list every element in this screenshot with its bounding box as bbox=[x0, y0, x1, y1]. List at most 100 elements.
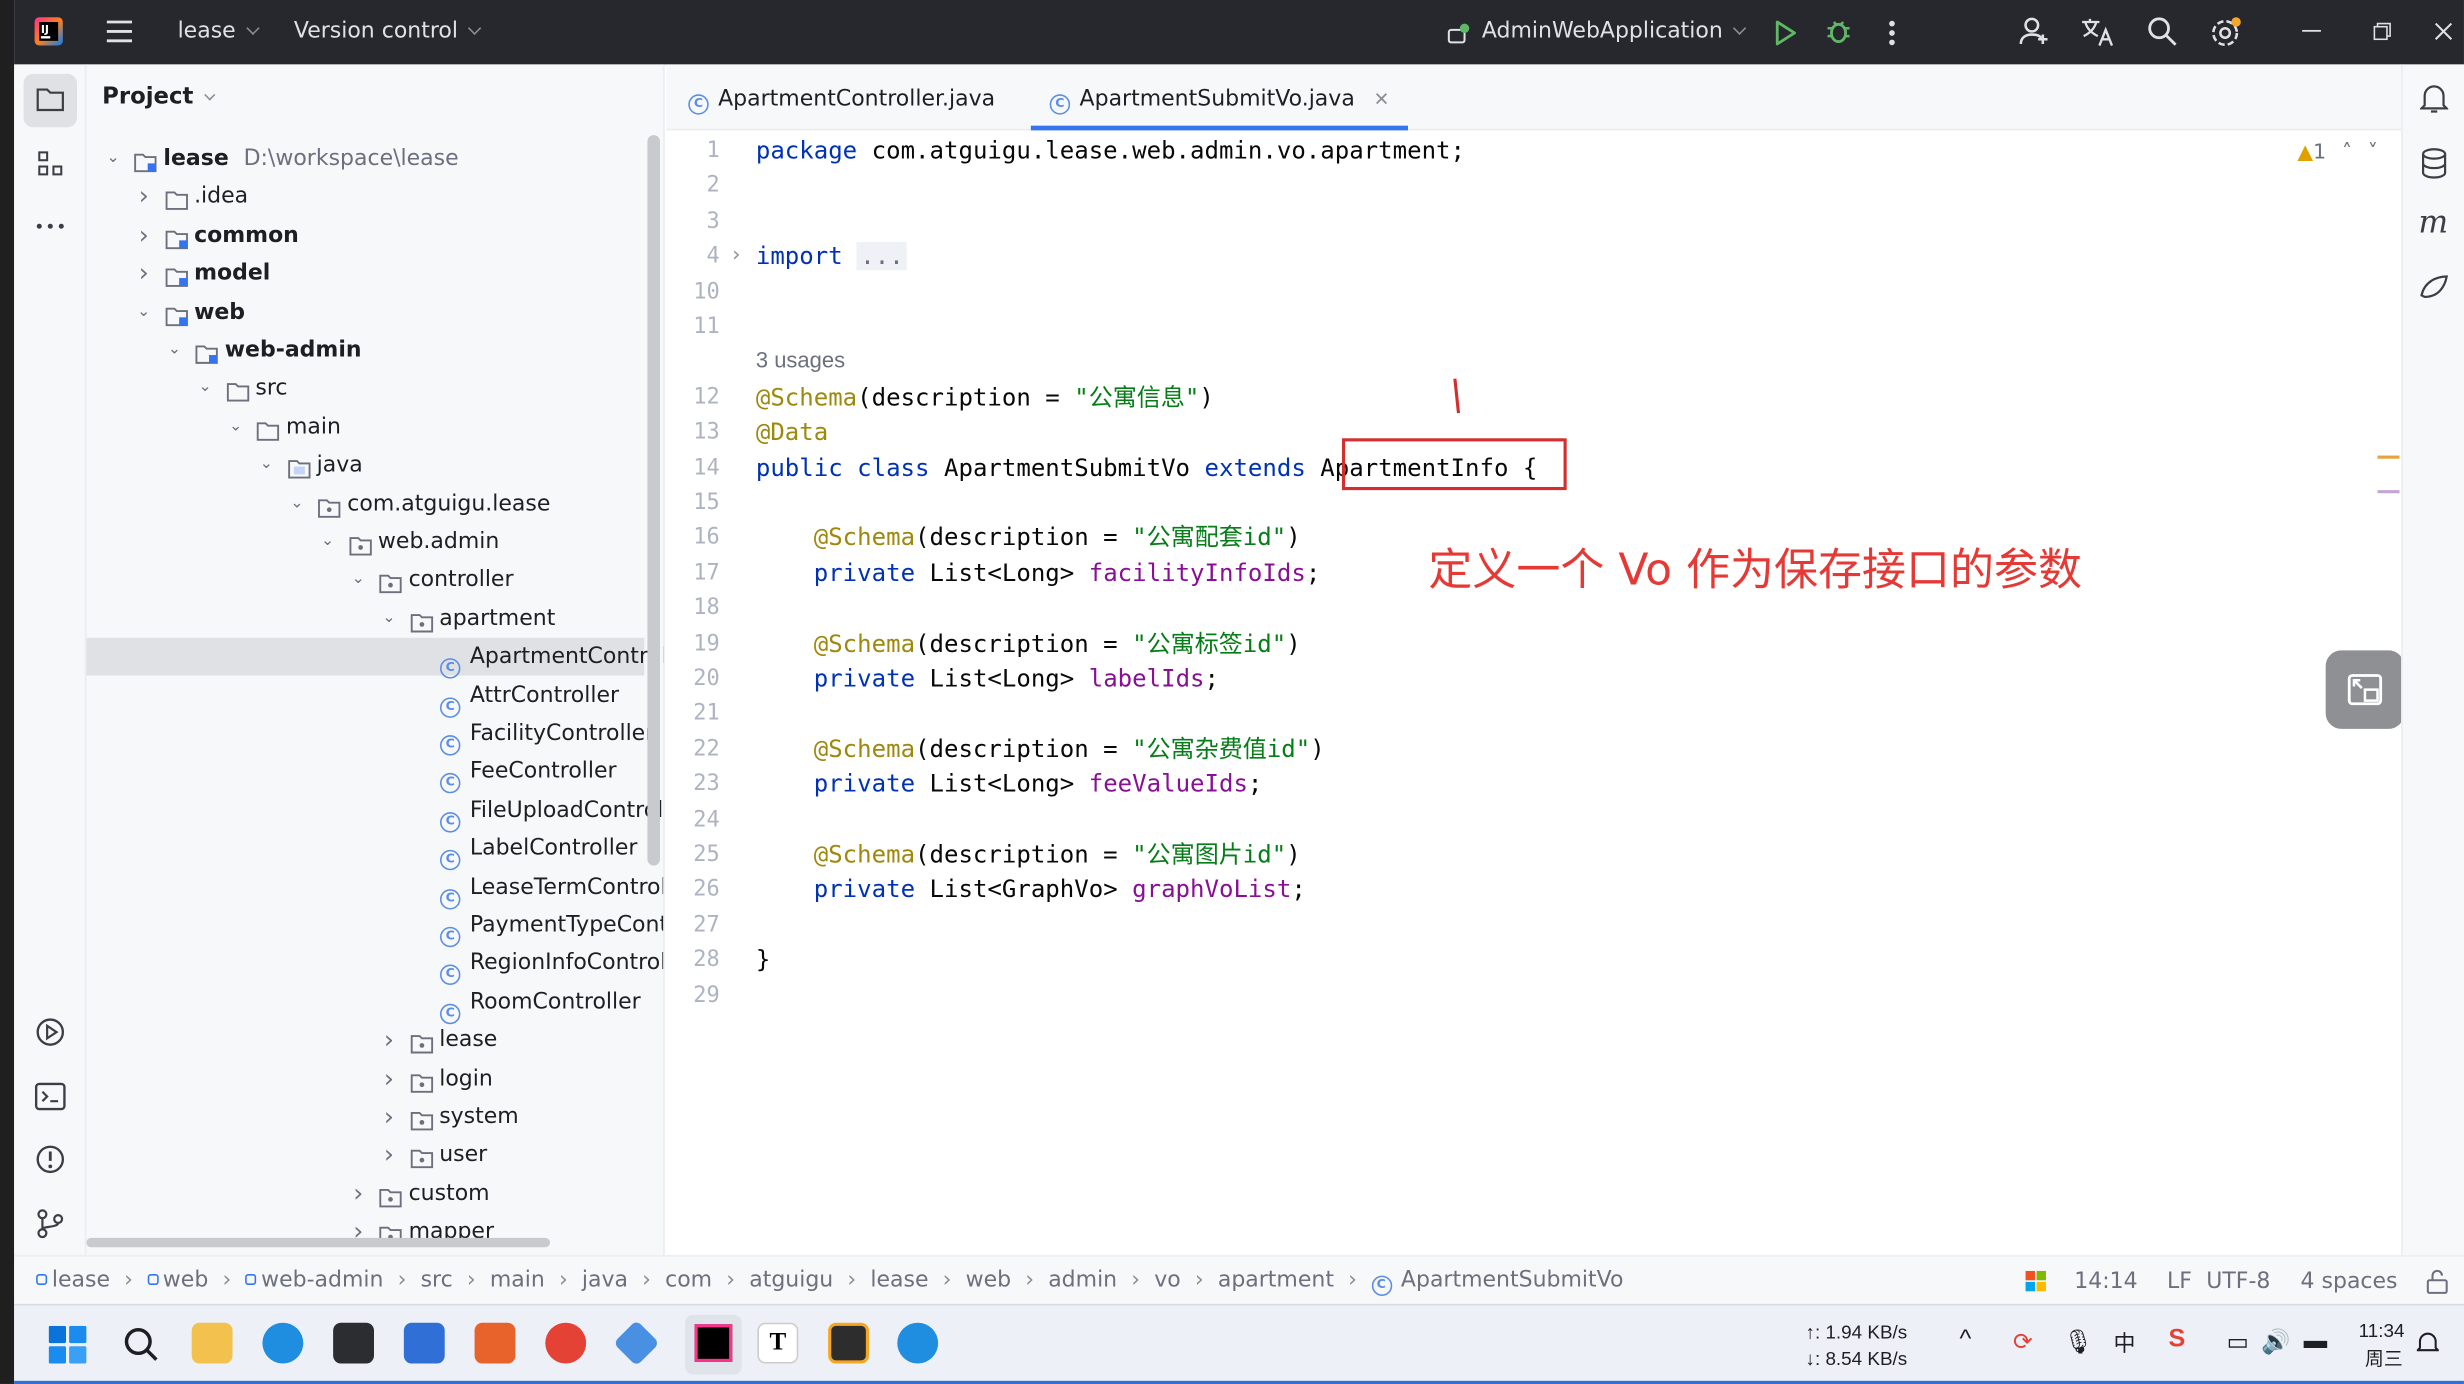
dev-tool-icon[interactable] bbox=[613, 1320, 660, 1367]
tree-item[interactable]: C FacilityController bbox=[86, 715, 654, 756]
intellij-taskbar-active[interactable] bbox=[685, 1314, 742, 1375]
lock-icon[interactable] bbox=[2426, 1269, 2448, 1294]
store-icon[interactable] bbox=[403, 1322, 445, 1364]
inspection-widget[interactable]: ▲1 ˄ ˅ bbox=[2297, 141, 2378, 165]
chevron-down-icon[interactable]: ⌄ bbox=[320, 523, 336, 561]
notifications-icon[interactable] bbox=[2419, 83, 2449, 114]
indent-setting[interactable]: 4 spaces bbox=[2301, 1257, 2398, 1306]
taskbar-search-icon[interactable] bbox=[123, 1326, 161, 1364]
clock-time[interactable]: 11:34 bbox=[2359, 1320, 2405, 1342]
usages-hint[interactable]: 3 usages bbox=[756, 348, 845, 373]
breadcrumb-item[interactable]: web-admin bbox=[261, 1268, 383, 1293]
chevron-down-icon[interactable]: ˅ bbox=[2368, 141, 2378, 165]
edge-browser-icon[interactable] bbox=[262, 1322, 304, 1364]
file-encoding[interactable]: UTF-8 bbox=[2206, 1257, 2270, 1306]
tree-item[interactable]: ⌄ apartment bbox=[86, 600, 644, 638]
chevron-right-icon[interactable]: › bbox=[381, 1021, 397, 1059]
line-separator[interactable]: LF bbox=[2167, 1257, 2192, 1306]
search-icon[interactable] bbox=[2147, 16, 2178, 47]
minimize-icon[interactable] bbox=[2302, 29, 2321, 33]
breadcrumb-item[interactable]: admin bbox=[1048, 1268, 1117, 1293]
tree-item[interactable]: › lease bbox=[86, 1021, 644, 1059]
tree-item[interactable]: ⌄ main bbox=[86, 408, 644, 446]
tree-item[interactable]: C FeeController bbox=[86, 753, 644, 794]
chevron-down-icon[interactable]: ⌄ bbox=[350, 561, 366, 599]
tray-display-icon[interactable]: ▭ bbox=[2227, 1327, 2249, 1356]
tree-item[interactable]: › model bbox=[86, 255, 644, 293]
chevron-down-icon[interactable]: ⌄ bbox=[167, 331, 183, 369]
main-menu-icon[interactable] bbox=[105, 19, 133, 44]
chevron-down-icon[interactable]: ⌄ bbox=[105, 140, 121, 178]
tree-item[interactable]: › custom bbox=[86, 1175, 644, 1213]
sublime-icon[interactable] bbox=[828, 1322, 869, 1364]
tab-apartment-controller[interactable]: C ApartmentController.java bbox=[685, 64, 998, 130]
tree-item[interactable]: C LabelController bbox=[86, 830, 644, 871]
tree-item[interactable]: C RegionInfoControll bbox=[86, 945, 663, 986]
ubuntu-icon[interactable] bbox=[474, 1322, 516, 1364]
tray-chevron-icon[interactable]: ^ bbox=[1960, 1326, 1972, 1354]
chevron-right-icon[interactable]: › bbox=[136, 216, 152, 254]
tree-item[interactable]: C FileUploadControll bbox=[86, 791, 663, 833]
tree-item[interactable]: ⌄ com.atguigu.lease bbox=[86, 485, 644, 523]
maven-icon[interactable]: m bbox=[2418, 203, 2448, 241]
breadcrumb-item[interactable]: apartment bbox=[1218, 1268, 1334, 1293]
taskbar-bell-icon[interactable] bbox=[2416, 1331, 2439, 1356]
problems-icon[interactable] bbox=[35, 1144, 66, 1175]
breadcrumb-item[interactable]: web bbox=[163, 1268, 208, 1293]
tree-item[interactable]: ⌄ controller bbox=[86, 561, 644, 599]
settings-icon[interactable] bbox=[2209, 16, 2244, 51]
chevron-right-icon[interactable]: › bbox=[350, 1175, 366, 1213]
run-icon[interactable] bbox=[1773, 19, 1798, 47]
tree-item[interactable]: ⌄ lease D:\workspace\lease bbox=[86, 140, 644, 178]
services-icon[interactable] bbox=[35, 1016, 66, 1047]
code-editor[interactable]: 1 2 3 4 › 10 11 12 13 14 15 16 17 18 19 20 21 22 23 24 25 26 2… bbox=[666, 131, 2405, 1254]
copilot-icon[interactable] bbox=[2418, 273, 2449, 301]
breadcrumb-item[interactable]: lease bbox=[52, 1268, 110, 1293]
git-icon[interactable] bbox=[36, 1208, 64, 1239]
chevron-down-icon[interactable]: ⌄ bbox=[381, 600, 397, 638]
tree-item[interactable]: ⌄ java bbox=[86, 446, 644, 484]
tree-item[interactable]: › common bbox=[86, 216, 644, 254]
breadcrumb-item[interactable]: ApartmentSubmitVo bbox=[1401, 1268, 1624, 1293]
tree-item[interactable]: C AttrController bbox=[86, 676, 644, 718]
restore-icon[interactable] bbox=[2373, 22, 2392, 41]
edge-dev-icon[interactable] bbox=[897, 1322, 939, 1364]
breadcrumb-item[interactable]: src bbox=[421, 1268, 453, 1293]
breadcrumb-item[interactable]: com bbox=[665, 1268, 712, 1293]
tree-item[interactable]: C RoomController bbox=[86, 983, 644, 1024]
chevron-right-icon[interactable]: › bbox=[136, 255, 152, 293]
chevron-down-icon[interactable]: ⌄ bbox=[136, 293, 152, 331]
structure-icon[interactable] bbox=[38, 151, 63, 176]
chevron-up-icon[interactable]: ˄ bbox=[2342, 141, 2352, 165]
typora-icon[interactable]: T bbox=[757, 1322, 799, 1364]
chevron-down-icon[interactable]: ⌄ bbox=[197, 370, 213, 408]
tray-volume-icon[interactable]: 🔊 bbox=[2261, 1327, 2290, 1356]
tray-sync-icon[interactable]: ⟳ bbox=[2013, 1327, 2033, 1356]
tree-item[interactable]: ⌄ web.admin bbox=[86, 523, 644, 561]
breadcrumb-item[interactable]: vo bbox=[1154, 1268, 1180, 1293]
start-icon[interactable] bbox=[48, 1325, 87, 1364]
chevron-right-icon[interactable]: › bbox=[381, 1060, 397, 1098]
breadcrumb-item[interactable]: atguigu bbox=[749, 1268, 833, 1293]
project-folder-icon[interactable] bbox=[36, 86, 64, 112]
tree-item[interactable]: › .idea bbox=[86, 178, 644, 216]
fold-icon[interactable]: › bbox=[732, 239, 740, 274]
close-window-icon[interactable] bbox=[2434, 22, 2453, 41]
run-config-selector[interactable]: AdminWebApplication bbox=[1482, 0, 1747, 64]
tree-item[interactable]: › user bbox=[86, 1136, 644, 1174]
more-actions-icon[interactable] bbox=[1887, 19, 1896, 47]
translate-icon[interactable] bbox=[2081, 16, 2116, 47]
tree-item[interactable]: › system bbox=[86, 1098, 644, 1136]
breadcrumb-item[interactable]: main bbox=[490, 1268, 545, 1293]
tray-battery-icon[interactable]: ▬ bbox=[2304, 1327, 2328, 1354]
more-tools-icon[interactable] bbox=[36, 223, 64, 229]
tree-item[interactable]: C PaymentTypeCont bbox=[86, 906, 663, 948]
picture-in-picture-button[interactable] bbox=[2325, 650, 2405, 729]
tree-item[interactable]: ⌄ src bbox=[86, 370, 644, 408]
chevron-down-icon[interactable]: ⌄ bbox=[228, 408, 244, 446]
tree-item[interactable]: › login bbox=[86, 1060, 644, 1098]
caret-position[interactable]: 14:14 bbox=[2074, 1257, 2137, 1306]
chevron-down-icon[interactable]: ⌄ bbox=[258, 446, 274, 484]
database-icon[interactable] bbox=[2420, 148, 2448, 179]
breadcrumb-item[interactable]: web bbox=[966, 1268, 1011, 1293]
